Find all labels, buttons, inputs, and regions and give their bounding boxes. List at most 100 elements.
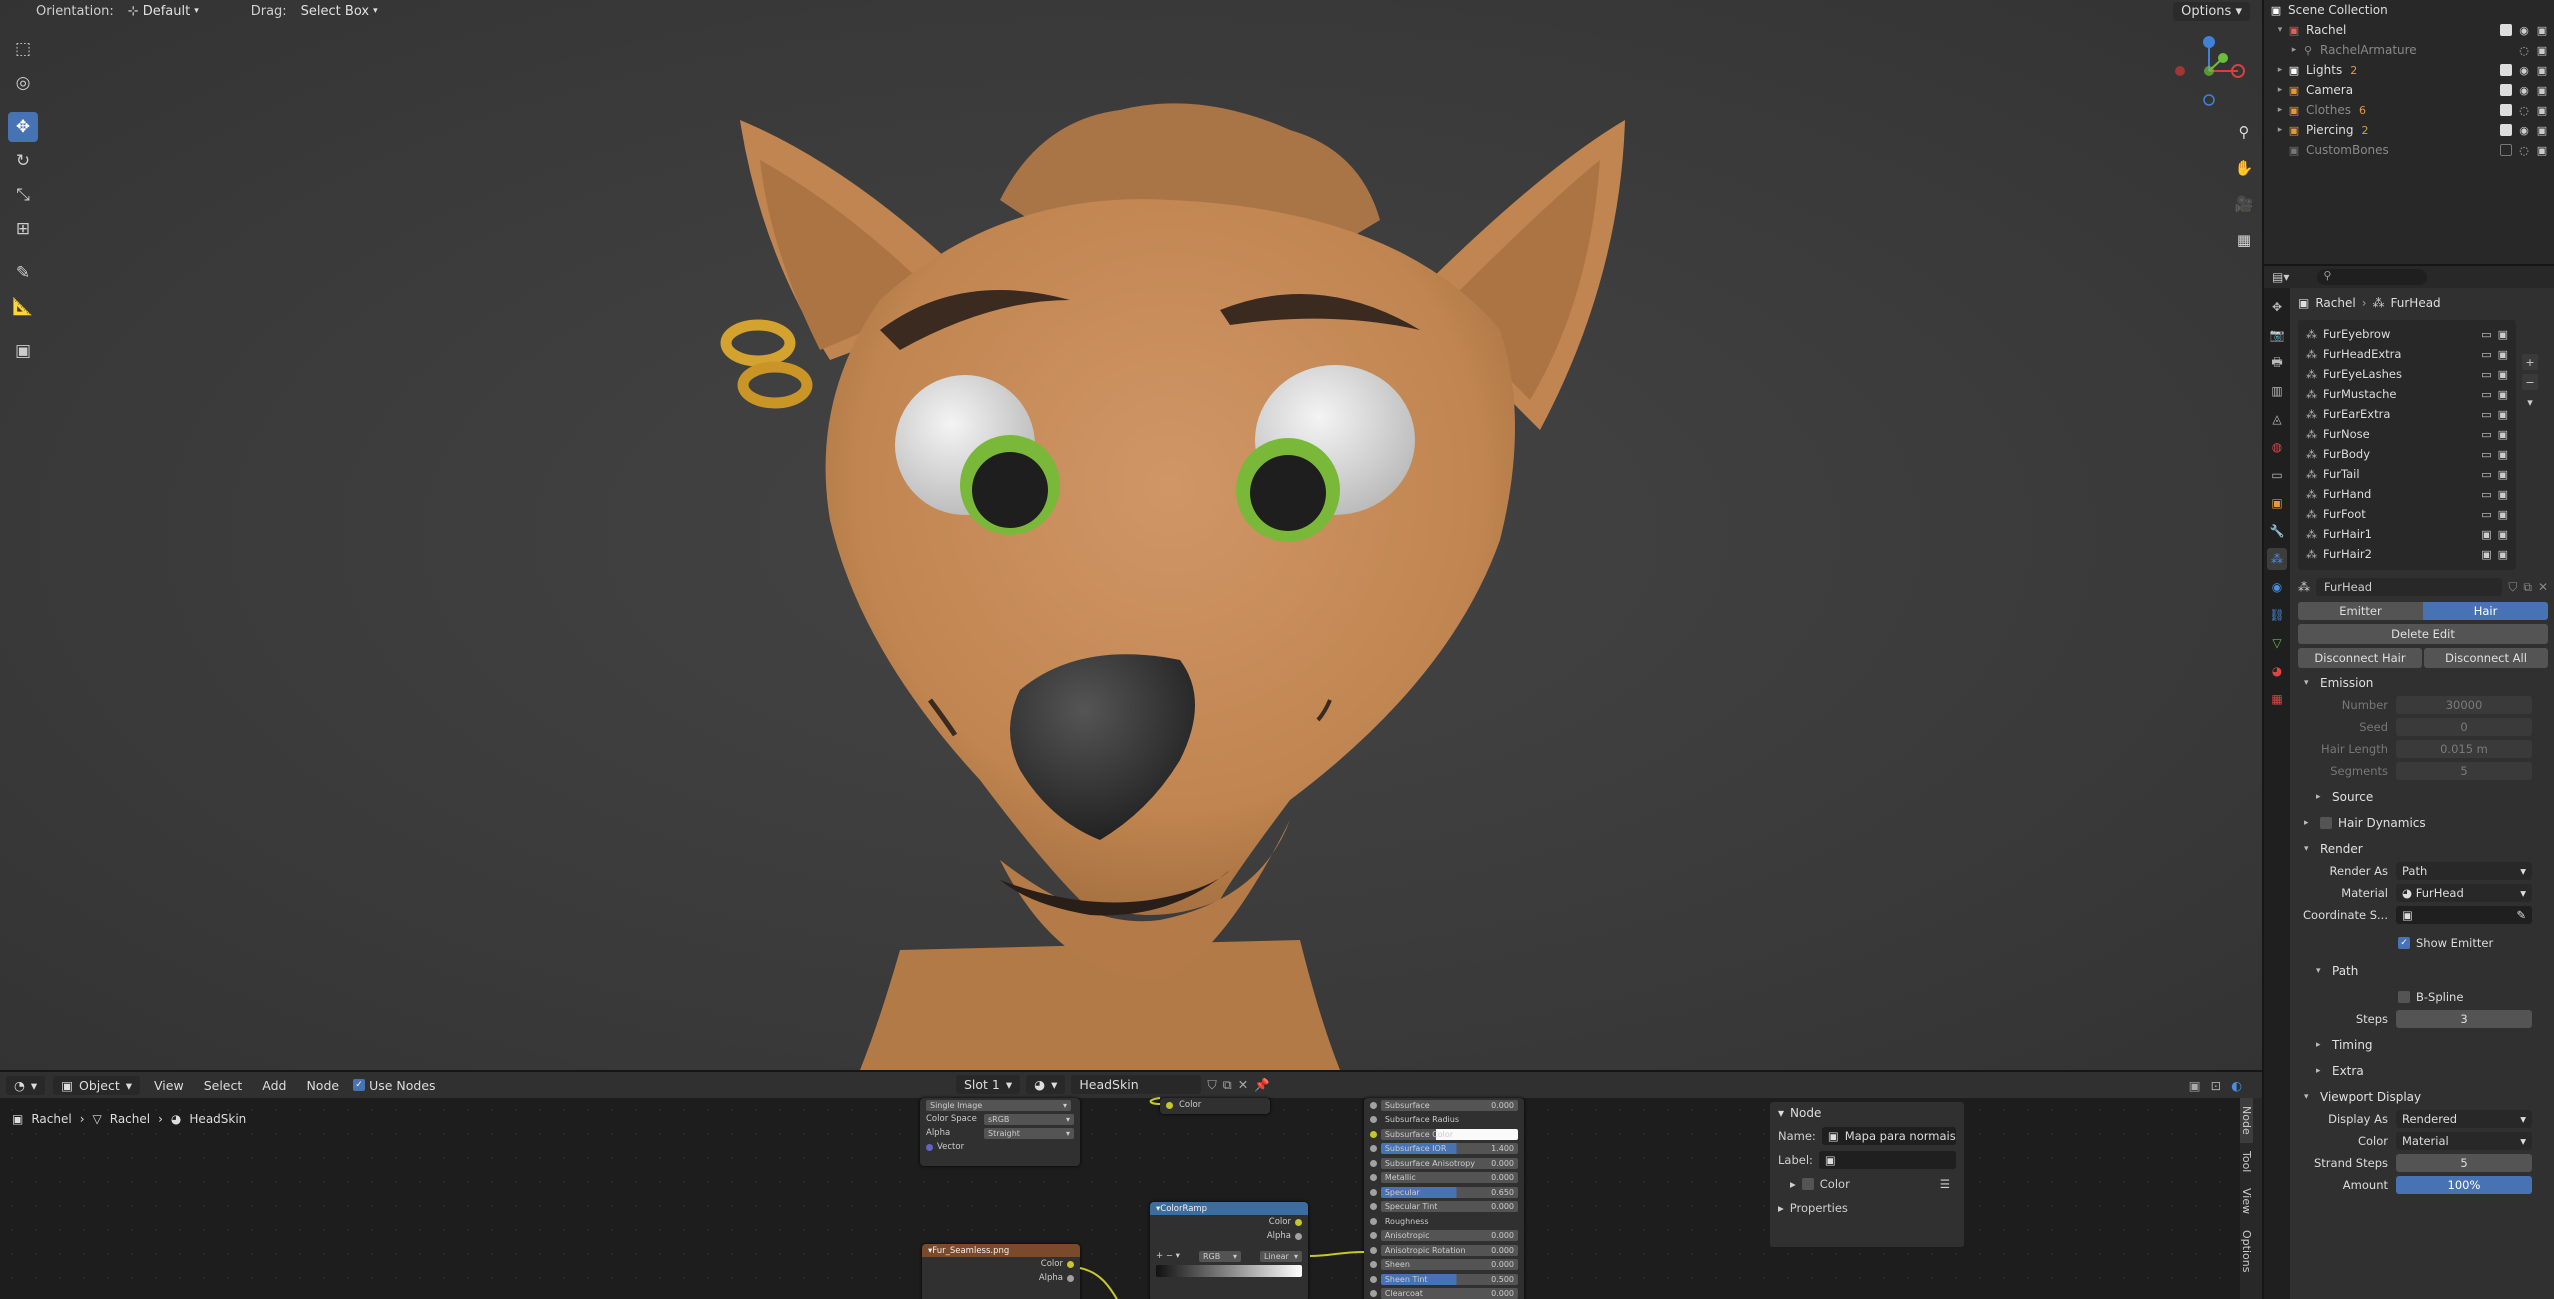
material-browse-dropdown[interactable]: ◕ ▾ bbox=[1026, 1075, 1066, 1094]
bsdf-input-field[interactable]: Specular 0.650 bbox=[1380, 1186, 1518, 1198]
duplicate-icon[interactable]: ⧉ bbox=[1223, 1077, 1232, 1093]
bsdf-input-field[interactable]: Anisotropic Rotation 0.000 bbox=[1380, 1244, 1518, 1256]
tab-options[interactable]: Options bbox=[2240, 1222, 2253, 1280]
color-socket[interactable] bbox=[1295, 1218, 1302, 1226]
bsdf-input-field[interactable]: Subsurface Color bbox=[1380, 1128, 1518, 1140]
extra-subpanel-header[interactable]: ▸ Extra bbox=[2298, 1060, 2548, 1082]
render-camera-icon[interactable]: ▣ bbox=[2536, 64, 2548, 77]
object-type-dropdown[interactable]: ▣ Object ▾ bbox=[53, 1075, 141, 1095]
bsdf-input-field[interactable]: Subsurface 0.000 bbox=[1380, 1099, 1518, 1111]
input-socket[interactable] bbox=[1370, 1232, 1377, 1240]
render-toggle-icon[interactable]: ▣ bbox=[2498, 508, 2508, 521]
list-item[interactable]: ⁂ FurHair2 ▣ ▣ bbox=[2298, 544, 2516, 564]
bsdf-input-field[interactable]: Sheen Tint 0.500 bbox=[1380, 1273, 1518, 1285]
render-camera-icon[interactable]: ▣ bbox=[2536, 124, 2548, 137]
hair-dynamics-checkbox[interactable] bbox=[2320, 817, 2332, 829]
viewport-display-panel-header[interactable]: ▾ Viewport Display bbox=[2298, 1086, 2548, 1108]
render-panel-header[interactable]: ▾ Render bbox=[2298, 838, 2548, 860]
shader-node-editor[interactable]: ◔ ▾ ▣ Object ▾ View Select Add Node ✓ Use No… bbox=[0, 1070, 2262, 1299]
overlay-icon[interactable]: ◐ bbox=[2231, 1078, 2242, 1093]
input-socket[interactable] bbox=[1370, 1130, 1377, 1138]
render-toggle-icon[interactable]: ▣ bbox=[2498, 548, 2508, 561]
visibility-eye-icon[interactable]: ◉ bbox=[2518, 64, 2530, 77]
add-menu[interactable]: Add bbox=[256, 1078, 292, 1093]
segments-field[interactable]: Segments 5 bbox=[2298, 760, 2548, 782]
emission-panel-header[interactable]: ▾ Emission bbox=[2298, 672, 2548, 694]
exclude-checkbox[interactable] bbox=[2500, 23, 2512, 36]
bsdf-input-field[interactable]: Specular Tint 0.000 bbox=[1380, 1201, 1518, 1213]
expand-arrow-icon[interactable]: ▸ bbox=[2274, 65, 2286, 75]
strand-steps-field[interactable]: Strand Steps 5 bbox=[2298, 1152, 2548, 1174]
node-label-field[interactable]: ▣ bbox=[1818, 1151, 1956, 1169]
render-toggle-icon[interactable]: ▣ bbox=[2498, 428, 2508, 441]
tab-view[interactable]: View bbox=[2240, 1180, 2253, 1222]
properties-editor[interactable]: ▤▾ ⚲ ✥ 📷 🖶 ▥ ◬ ◍ ▭ ▣ 🔧 ⁂ ◉ ⛓ ▽ ◕ ▦ ▣ Rac… bbox=[2262, 264, 2554, 1299]
view-menu[interactable]: View bbox=[148, 1078, 190, 1093]
specials-menu-button[interactable]: ▾ bbox=[2522, 394, 2538, 410]
exclude-checkbox[interactable] bbox=[2500, 63, 2512, 76]
input-socket[interactable] bbox=[1370, 1261, 1377, 1269]
render-camera-icon[interactable]: ▣ bbox=[2536, 104, 2548, 117]
render-toggle-icon[interactable]: ▣ bbox=[2498, 408, 2508, 421]
color-socket[interactable] bbox=[1166, 1101, 1173, 1109]
bsdf-input-row[interactable]: Subsurface IOR 1.400 bbox=[1364, 1142, 1524, 1157]
render-tab-icon[interactable]: 📷 bbox=[2267, 324, 2287, 346]
alpha-socket[interactable] bbox=[1067, 1274, 1074, 1282]
visibility-eye-icon[interactable]: ◌ bbox=[2518, 144, 2530, 157]
expand-arrow-icon[interactable]: ▸ bbox=[2274, 85, 2286, 95]
viewport-toggle-icon[interactable]: ▭ bbox=[2481, 468, 2491, 481]
source-subpanel-header[interactable]: ▸ Source bbox=[2298, 786, 2548, 808]
output-tab-icon[interactable]: 🖶 bbox=[2267, 352, 2287, 374]
list-item[interactable]: ⁂ FurEarExtra ▭ ▣ bbox=[2298, 404, 2516, 424]
input-socket[interactable] bbox=[1370, 1203, 1377, 1211]
exclude-checkbox[interactable] bbox=[2500, 123, 2512, 136]
viewport-toggle-icon[interactable]: ▣ bbox=[2481, 548, 2491, 561]
tab-node[interactable]: Node bbox=[2240, 1098, 2253, 1143]
list-item[interactable]: ⁂ FurBody ▭ ▣ bbox=[2298, 444, 2516, 464]
list-item[interactable]: ⁂ FurTail ▭ ▣ bbox=[2298, 464, 2516, 484]
expand-arrow-icon[interactable]: ▸ bbox=[2274, 105, 2286, 115]
input-socket[interactable] bbox=[1370, 1101, 1377, 1109]
list-item[interactable]: ⁂ FurHand ▭ ▣ bbox=[2298, 484, 2516, 504]
visibility-eye-icon[interactable]: ◉ bbox=[2518, 84, 2530, 97]
outliner[interactable]: ▣ Scene Collection ▾ ▣ Rachel ◉ ▣ ▸ ⚲ Rac… bbox=[2262, 0, 2554, 264]
world-tab-icon[interactable]: ◍ bbox=[2267, 436, 2287, 458]
scene-tab-icon[interactable]: ◬ bbox=[2267, 408, 2287, 430]
modifier-tab-icon[interactable]: 🔧 bbox=[2267, 520, 2287, 542]
render-toggle-icon[interactable]: ▣ bbox=[2498, 448, 2508, 461]
render-camera-icon[interactable]: ▣ bbox=[2536, 24, 2548, 37]
backdrop-icon[interactable]: ▣ bbox=[2189, 1078, 2201, 1093]
emitter-tab[interactable]: Emitter bbox=[2298, 602, 2423, 620]
input-socket[interactable] bbox=[1370, 1275, 1377, 1283]
image-texture-node[interactable]: Single Image ▾ Color Space sRGB ▾ Alpha Stra… bbox=[920, 1098, 1080, 1166]
use-nodes-checkbox[interactable]: ✓ Use Nodes bbox=[353, 1078, 436, 1093]
viewport-toggle-icon[interactable]: ▭ bbox=[2481, 368, 2491, 381]
alpha-dropdown[interactable]: Straight ▾ bbox=[984, 1127, 1074, 1139]
ramp-mode-dropdown[interactable]: RGB ▾ bbox=[1198, 1250, 1241, 1262]
input-socket[interactable] bbox=[1370, 1290, 1377, 1298]
list-item[interactable]: ⁂ FurNose ▭ ▣ bbox=[2298, 424, 2516, 444]
color-subpanel-header[interactable]: ▸ Color ☰ bbox=[1770, 1172, 1964, 1196]
input-socket[interactable] bbox=[1370, 1159, 1377, 1167]
duplicate-icon[interactable]: ⧉ bbox=[2523, 580, 2532, 595]
input-socket[interactable] bbox=[1370, 1217, 1377, 1225]
add-slot-button[interactable]: + bbox=[2522, 354, 2538, 370]
exclude-checkbox[interactable] bbox=[2500, 83, 2512, 96]
material-tab-icon[interactable]: ◕ bbox=[2267, 660, 2287, 682]
input-socket[interactable] bbox=[1370, 1174, 1377, 1182]
bsdf-input-row[interactable]: Sheen 0.000 bbox=[1364, 1258, 1524, 1273]
object-tab-icon[interactable]: ▣ bbox=[2267, 492, 2287, 514]
amount-slider[interactable]: Amount 100% bbox=[2298, 1174, 2548, 1196]
outliner-row-scene-collection[interactable]: ▣ Scene Collection bbox=[2264, 0, 2554, 20]
physics-tab-icon[interactable]: ◉ bbox=[2267, 576, 2287, 598]
hair-tab[interactable]: Hair bbox=[2423, 602, 2548, 620]
bsdf-input-row[interactable]: Subsurface Color bbox=[1364, 1127, 1524, 1142]
texture-tab-icon[interactable]: ▦ bbox=[2267, 688, 2287, 710]
node-panel-header[interactable]: ▾ Node bbox=[1770, 1102, 1964, 1124]
remove-slot-button[interactable]: − bbox=[2522, 374, 2538, 390]
viewport-toggle-icon[interactable]: ▣ bbox=[2481, 528, 2491, 541]
bsdf-input-row[interactable]: Anisotropic Rotation 0.000 bbox=[1364, 1243, 1524, 1258]
render-toggle-icon[interactable]: ▣ bbox=[2498, 488, 2508, 501]
viewport-toggle-icon[interactable]: ▭ bbox=[2481, 508, 2491, 521]
outliner-row-custombones[interactable]: ▣ CustomBones ◌ ▣ bbox=[2264, 140, 2554, 160]
